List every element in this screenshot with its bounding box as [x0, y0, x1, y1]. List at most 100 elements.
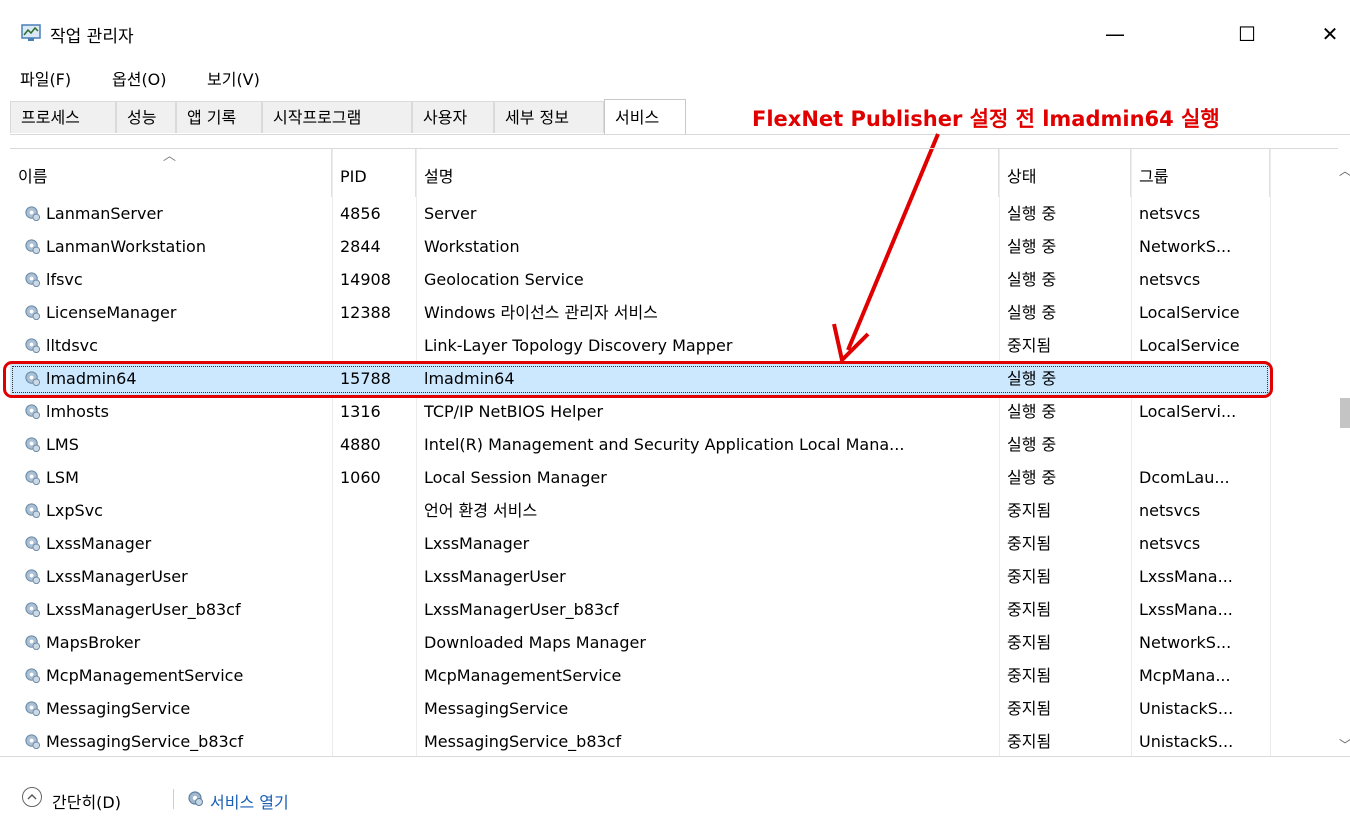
table-cell-group: netsvcs	[1139, 534, 1201, 553]
table-row[interactable]: LxpSvc 언어 환경 서비스 중지됨 netsvcs	[10, 494, 1270, 527]
service-gear-icon	[25, 569, 41, 585]
table-cell-status: 실행 중	[1007, 402, 1057, 421]
tab-services[interactable]: 서비스	[604, 99, 686, 135]
table-cell-pid	[340, 560, 410, 593]
table-cell-name: McpManagementService	[46, 666, 244, 685]
table-cell-group: LocalService	[1139, 303, 1240, 322]
table-cell-group: LocalService	[1139, 336, 1240, 355]
table-cell-description: LxssManagerUser	[424, 567, 566, 586]
table-cell-pid	[340, 329, 410, 362]
table-cell-description: Local Session Manager	[424, 468, 607, 487]
footer-separator	[173, 789, 174, 809]
table-cell-pid: 1316	[340, 402, 381, 421]
table-cell-status: 실행 중	[1007, 435, 1057, 454]
title-bar: 작업 관리자 — ☐ ✕	[0, 0, 1350, 58]
table-row[interactable]: LxssManagerUser_b83cf LxssManagerUser_b83…	[10, 593, 1270, 626]
column-header-description[interactable]: 설명	[416, 149, 999, 197]
scroll-up-icon[interactable]: ︿	[1339, 162, 1350, 179]
tab-processes[interactable]: 프로세스	[10, 101, 116, 133]
table-cell-pid	[340, 692, 410, 725]
table-row[interactable]: LxssManager LxssManager 중지됨 netsvcs	[10, 527, 1270, 560]
vertical-scrollbar[interactable]	[1338, 148, 1350, 755]
column-header-group[interactable]: 그룹	[1131, 149, 1270, 197]
footer-bar: 간단히(D) 서비스 열기	[0, 756, 1350, 834]
service-gear-icon	[25, 701, 41, 717]
collapse-chevron-icon[interactable]	[22, 787, 42, 807]
table-row[interactable]: LMS 4880 Intel(R) Management and Security …	[10, 428, 1270, 461]
fewer-details-button[interactable]: 간단히(D)	[52, 789, 121, 813]
service-gear-icon	[25, 635, 41, 651]
service-gear-icon	[25, 602, 41, 618]
table-cell-description: 언어 환경 서비스	[424, 501, 538, 520]
table-row[interactable]: MessagingService MessagingService 중지됨 Unist…	[10, 692, 1270, 725]
table-cell-name: LxpSvc	[46, 501, 103, 520]
service-gear-icon	[25, 668, 41, 684]
service-gear-icon	[25, 536, 41, 552]
close-icon[interactable]: ✕	[1300, 14, 1350, 54]
table-row[interactable]: MapsBroker Downloaded Maps Manager 중지됨 Netw…	[10, 626, 1270, 659]
maximize-icon[interactable]: ☐	[1217, 14, 1277, 54]
table-row[interactable]: lfsvc 14908 Geolocation Service 실행 중 netsvcs	[10, 263, 1270, 296]
column-header-status[interactable]: 상태	[999, 149, 1131, 197]
table-row[interactable]: McpManagementService McpManagementService…	[10, 659, 1270, 692]
table-cell-description: Windows 라이선스 관리자 서비스	[424, 303, 658, 322]
table-cell-name: MapsBroker	[46, 633, 141, 652]
table-cell-description: Intel(R) Management and Security Applica…	[424, 435, 905, 454]
tab-app-history[interactable]: 앱 기록	[176, 101, 262, 133]
table-cell-group: netsvcs	[1139, 204, 1201, 223]
table-row[interactable]: lltdsvc Link-Layer Topology Discovery Map…	[10, 329, 1270, 362]
scroll-down-icon[interactable]: ﹀	[1339, 736, 1350, 753]
tab-performance[interactable]: 성능	[116, 101, 176, 133]
table-cell-description: LxssManager	[424, 534, 530, 553]
service-gear-icon	[25, 239, 41, 255]
table-cell-status: 중지됨	[1007, 567, 1052, 586]
menu-file[interactable]: 파일(F)	[20, 66, 71, 90]
table-cell-group: LocalServi...	[1139, 402, 1237, 421]
menu-options[interactable]: 옵션(O)	[112, 66, 167, 90]
table-cell-name: LicenseManager	[46, 303, 177, 322]
table-cell-group: netsvcs	[1139, 501, 1201, 520]
service-gear-icon	[25, 734, 41, 750]
service-gear-icon	[25, 437, 41, 453]
table-cell-group	[1139, 428, 1267, 461]
table-cell-status: 중지됨	[1007, 666, 1052, 685]
column-header-name[interactable]: 이름	[10, 149, 332, 197]
table-cell-description: McpManagementService	[424, 666, 622, 685]
table-cell-group: DcomLau...	[1139, 468, 1230, 487]
scrollbar-thumb[interactable]	[1340, 398, 1350, 428]
task-manager-icon	[21, 24, 41, 41]
table-cell-pid	[340, 626, 410, 659]
table-cell-status: 실행 중	[1007, 204, 1057, 223]
table-cell-group: LxssMana...	[1139, 567, 1233, 586]
table-row[interactable]: LanmanWorkstation 2844 Workstation 실행 중 Netw…	[10, 230, 1270, 263]
table-cell-name: lfsvc	[46, 270, 83, 289]
table-cell-description: Link-Layer Topology Discovery Mapper	[424, 336, 733, 355]
table-cell-status: 중지됨	[1007, 534, 1052, 553]
table-cell-description: MessagingService_b83cf	[424, 732, 622, 751]
tab-startup[interactable]: 시작프로그램	[262, 101, 412, 133]
tab-users[interactable]: 사용자	[412, 101, 494, 133]
table-row[interactable]: LanmanServer 4856 Server 실행 중 netsvcs	[10, 197, 1270, 230]
minimize-icon[interactable]: —	[1085, 14, 1145, 54]
table-row[interactable]: LicenseManager 12388 Windows 라이선스 관리자 서비스 실…	[10, 296, 1270, 329]
column-header-pid[interactable]: PID	[332, 149, 416, 197]
table-cell-status: 실행 중	[1007, 303, 1057, 322]
table-row[interactable]: LxssManagerUser LxssManagerUser 중지됨 LxssMan…	[10, 560, 1270, 593]
table-cell-status: 실행 중	[1007, 468, 1057, 487]
table-cell-description: Server	[424, 204, 477, 223]
table-cell-status: 중지됨	[1007, 633, 1052, 652]
table-cell-status: 중지됨	[1007, 600, 1052, 619]
table-row[interactable]: LSM 1060 Local Session Manager 실행 중 DcomLau.…	[10, 461, 1270, 494]
tab-details[interactable]: 세부 정보	[494, 101, 604, 133]
open-services-link[interactable]: 서비스 열기	[210, 789, 289, 813]
table-cell-group: netsvcs	[1139, 270, 1201, 289]
table-cell-pid	[340, 527, 410, 560]
table-cell-name: MessagingService_b83cf	[46, 732, 244, 751]
table-cell-pid: 12388	[340, 303, 391, 322]
menu-view[interactable]: 보기(V)	[207, 66, 260, 90]
table-cell-description: Geolocation Service	[424, 270, 584, 289]
table-cell-status: 중지됨	[1007, 699, 1052, 718]
table-cell-status: 실행 중	[1007, 270, 1057, 289]
table-row[interactable]: MessagingService_b83cf MessagingService_b…	[10, 725, 1270, 758]
table-row[interactable]: lmhosts 1316 TCP/IP NetBIOS Helper 실행 중 Loca…	[10, 395, 1270, 428]
